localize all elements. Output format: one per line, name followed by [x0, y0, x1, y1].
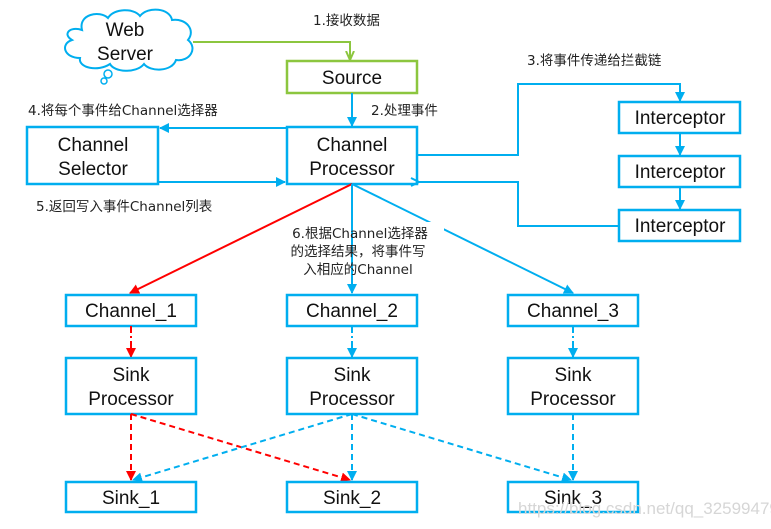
web-server-line-1: Web: [106, 20, 145, 41]
sink-processor-line-1: Sink: [334, 365, 371, 386]
step6-label-line-1: 6.根据Channel选择器: [292, 226, 428, 242]
source-node: Source: [285, 59, 419, 95]
channel-processor-line-1: Channel: [317, 135, 388, 156]
sink-1-node: Sink_1: [64, 480, 198, 514]
channel-3-node: Channel_3: [506, 293, 640, 328]
edge-webserver-to-source: [193, 41, 350, 60]
interceptor-node-3: Interceptor: [617, 208, 742, 243]
flume-architecture-diagram: Web Server 1.接收数据 Source 2.处理事件 Channel …: [25, 8, 771, 518]
channel-label: Channel_2: [306, 301, 398, 322]
edge-sinkprocessor1-to-sink2: [130, 413, 351, 483]
sink-processor-line-1: Sink: [113, 365, 150, 386]
web-server-line-2: Server: [97, 44, 154, 65]
channel-1-node: Channel_1: [64, 293, 198, 328]
sink-label: Sink_1: [102, 488, 160, 509]
interceptor-node-2: Interceptor: [617, 154, 742, 189]
interceptor-label: Interceptor: [635, 216, 726, 237]
step2-label: 2.处理事件: [371, 103, 438, 119]
channel-2-node: Channel_2: [285, 293, 419, 328]
step4-label: 4.将每个事件给Channel选择器: [28, 103, 218, 119]
interceptor-label: Interceptor: [635, 162, 726, 183]
step5-label: 5.返回写入事件Channel列表: [36, 199, 213, 215]
web-server-cloud: Web Server: [64, 8, 194, 85]
channel-selector-line-1: Channel: [58, 135, 129, 156]
step6-label-line-2: 的选择结果，将事件写: [291, 244, 426, 260]
interceptor-node-1: Interceptor: [617, 100, 742, 135]
edge-interceptor-chain-to-processor: [419, 182, 619, 227]
edge-sinkprocessor2-to-sink1: [132, 413, 353, 483]
channel-selector-line-2: Selector: [58, 159, 128, 180]
channel-label: Channel_1: [85, 301, 177, 322]
step6-label-line-3: 入相应的Channel: [303, 261, 412, 278]
cloud-tail-dot: [100, 77, 108, 85]
step3-label: 3.将事件传递给拦截链: [527, 53, 662, 69]
watermark: https://blog.csdn.net/qq_32599479: [518, 499, 771, 518]
channel-selector-node: Channel Selector: [25, 125, 160, 186]
sink-processor-line-1: Sink: [555, 365, 592, 386]
sink-processor-3-node: Sink Processor: [506, 356, 640, 416]
sink-processor-1-node: Sink Processor: [64, 356, 198, 416]
channel-processor-line-2: Processor: [309, 159, 395, 180]
interceptor-label: Interceptor: [635, 108, 726, 129]
sink-2-node: Sink_2: [285, 480, 419, 514]
edge-sinkprocessor2-to-sink3: [351, 413, 572, 483]
cloud-tail-dot: [103, 69, 113, 79]
sink-processor-2-node: Sink Processor: [285, 356, 419, 416]
channel-label: Channel_3: [527, 301, 619, 322]
sink-processor-line-2: Processor: [309, 389, 395, 410]
sink-processor-line-2: Processor: [88, 389, 174, 410]
step1-label: 1.接收数据: [313, 12, 380, 29]
sink-label: Sink_2: [323, 488, 381, 509]
source-label: Source: [322, 68, 382, 89]
sink-processor-line-2: Processor: [530, 389, 616, 410]
channel-processor-node: Channel Processor: [285, 125, 419, 186]
